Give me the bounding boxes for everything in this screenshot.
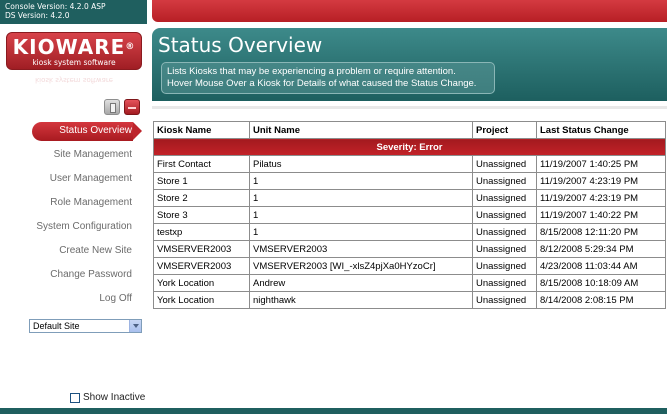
table-row[interactable]: VMSERVER2003 VMSERVER2003 Unassigned 8/12/2… [153,240,666,258]
unit-name-cell: 1 [249,223,473,241]
header-divider [152,106,667,109]
kiosk-name-cell: VMSERVER2003 [153,257,250,275]
sidebar-icon-buttons [104,99,144,115]
last-status-change-cell: 11/19/2007 4:23:19 PM [536,189,666,207]
bottom-strip [0,408,667,414]
table-row[interactable]: Store 2 1 Unassigned 11/19/2007 4:23:19 PM [153,189,666,207]
sidebar: Console Version: 4.2.0 ASP DS Version: 4… [0,0,147,414]
chevron-down-icon[interactable] [129,320,141,332]
unit-name-cell: 1 [249,172,473,190]
project-cell: Unassigned [472,206,537,224]
nav-item-create-new-site[interactable]: Create New Site [0,242,147,266]
kiosk-name-cell: testxp [153,223,250,241]
version-info: Console Version: 4.2.0 ASP DS Version: 4… [0,0,147,24]
project-cell: Unassigned [472,291,537,309]
ds-version: DS Version: 4.2.0 [5,11,70,20]
project-cell: Unassigned [472,240,537,258]
show-inactive-label: Show Inactive [83,392,146,403]
page-icon[interactable] [104,99,120,115]
last-status-change-cell: 11/19/2007 1:40:25 PM [536,155,666,173]
nav-item-log-off[interactable]: Log Off [0,290,147,314]
site-select-value: Default Site [33,321,80,331]
kiosk-name-cell: First Contact [153,155,250,173]
table-row[interactable]: York Location nighthawk Unassigned 8/14/200… [153,291,666,309]
last-status-change-cell: 11/19/2007 1:40:22 PM [536,206,666,224]
table-header-row: Kiosk Name Unit Name Project Last Status… [153,121,666,139]
nav-item-user-management[interactable]: User Management [0,170,147,194]
unit-name-cell: nighthawk [249,291,473,309]
severity-label: Severity: Error [153,138,666,156]
table-row[interactable]: Store 1 1 Unassigned 11/19/2007 4:23:19 PM [153,172,666,190]
logo-tagline: kiosk system software [32,58,116,67]
table-row[interactable]: Store 3 1 Unassigned 11/19/2007 1:40:22 PM [153,206,666,224]
last-status-change-cell: 8/15/2008 10:18:09 AM [536,274,666,292]
severity-row: Severity: Error [153,138,666,156]
project-cell: Unassigned [472,155,537,173]
kiosk-name-cell: Store 3 [153,206,250,224]
project-cell: Unassigned [472,223,537,241]
show-inactive-checkbox[interactable] [70,393,80,403]
kiosk-name-cell: Store 1 [153,172,250,190]
app-window: Console Version: 4.2.0 ASP DS Version: 4… [0,0,667,414]
unit-name-cell: VMSERVER2003 [249,240,473,258]
project-cell: Unassigned [472,274,537,292]
column-header-kiosk-name: Kiosk Name [153,121,250,139]
kiosk-name-cell: VMSERVER2003 [153,240,250,258]
column-header-last-status-change: Last Status Change [536,121,666,139]
kiosk-name-cell: York Location [153,291,250,309]
table-body: Severity: Error First Contact Pilatus Unas… [153,138,666,309]
kiosk-name-cell: York Location [153,274,250,292]
status-table: Kiosk Name Unit Name Project Last Status… [153,121,666,309]
project-cell: Unassigned [472,257,537,275]
unit-name-cell: 1 [249,189,473,207]
nav-item-role-management[interactable]: Role Management [0,194,147,218]
project-cell: Unassigned [472,172,537,190]
sidebar-nav: Status Overview Site Management User Man… [0,122,147,314]
last-status-change-cell: 4/23/2008 11:03:44 AM [536,257,666,275]
status-table-container: Kiosk Name Unit Name Project Last Status… [153,121,666,309]
page-description: Lists Kiosks that may be experiencing a … [161,62,495,94]
last-status-change-cell: 11/19/2007 4:23:19 PM [536,172,666,190]
column-header-project: Project [472,121,537,139]
kioware-logo[interactable]: KIOWARE® kiosk system software [6,32,142,70]
minimize-icon[interactable] [124,99,140,115]
unit-name-cell: 1 [249,206,473,224]
logo-area: KIOWARE® kiosk system software kiosk sys… [0,30,147,90]
description-line-1: Lists Kiosks that may be experiencing a … [167,66,456,77]
column-header-unit-name: Unit Name [249,121,473,139]
last-status-change-cell: 8/12/2008 5:29:34 PM [536,240,666,258]
console-version: Console Version: 4.2.0 ASP [5,2,106,11]
top-bar [152,0,667,22]
nav-item-change-password[interactable]: Change Password [0,266,147,290]
table-row[interactable]: VMSERVER2003 VMSERVER2003 [WI_-xlsZ4pjXa0… [153,257,666,275]
nav-item-status-overview[interactable]: Status Overview [0,122,147,146]
unit-name-cell: VMSERVER2003 [WI_-xlsZ4pjXa0HYzoCr] [249,257,473,275]
last-status-change-cell: 8/14/2008 2:08:15 PM [536,291,666,309]
unit-name-cell: Pilatus [249,155,473,173]
logo-reflection: kiosk system software [35,76,113,84]
last-status-change-cell: 8/15/2008 12:11:20 PM [536,223,666,241]
nav-item-system-configuration[interactable]: System Configuration [0,218,147,242]
unit-name-cell: Andrew [249,274,473,292]
table-row[interactable]: testxp 1 Unassigned 8/15/2008 12:11:20 PM [153,223,666,241]
site-select[interactable]: Default Site [29,319,142,333]
description-line-2: Hover Mouse Over a Kiosk for Details of … [167,78,477,89]
kiosk-name-cell: Store 2 [153,189,250,207]
nav-item-site-management[interactable]: Site Management [0,146,147,170]
table-row[interactable]: York Location Andrew Unassigned 8/15/2008 1… [153,274,666,292]
page-title: Status Overview [158,33,323,57]
table-row[interactable]: First Contact Pilatus Unassigned 11/19/2007… [153,155,666,173]
page-header: Status Overview Lists Kiosks that may be… [152,28,667,101]
project-cell: Unassigned [472,189,537,207]
logo-name: KIOWARE® [12,35,136,59]
